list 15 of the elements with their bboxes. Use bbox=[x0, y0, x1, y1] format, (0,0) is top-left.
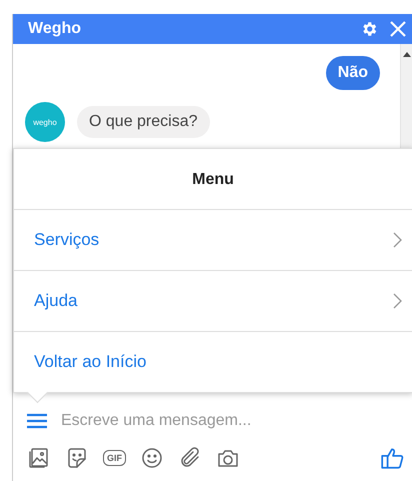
menu-item[interactable]: Ajuda bbox=[14, 270, 412, 331]
image-icon[interactable] bbox=[27, 446, 51, 470]
close-icon bbox=[388, 19, 408, 39]
menu-icon[interactable] bbox=[27, 413, 47, 429]
bot-avatar: wegho bbox=[25, 102, 65, 142]
scrollbar[interactable] bbox=[400, 44, 412, 148]
received-message: O que precisa? bbox=[77, 106, 210, 138]
menu-item[interactable]: Serviços bbox=[14, 209, 412, 270]
sent-message: Não bbox=[326, 56, 380, 90]
scroll-up-icon[interactable] bbox=[402, 52, 410, 57]
emoji-icon[interactable] bbox=[140, 446, 164, 470]
window-title: Wegho bbox=[28, 20, 82, 38]
gif-button[interactable]: GIF bbox=[103, 450, 126, 466]
menu-title: Menu bbox=[191, 170, 235, 190]
close-button[interactable] bbox=[388, 19, 408, 39]
